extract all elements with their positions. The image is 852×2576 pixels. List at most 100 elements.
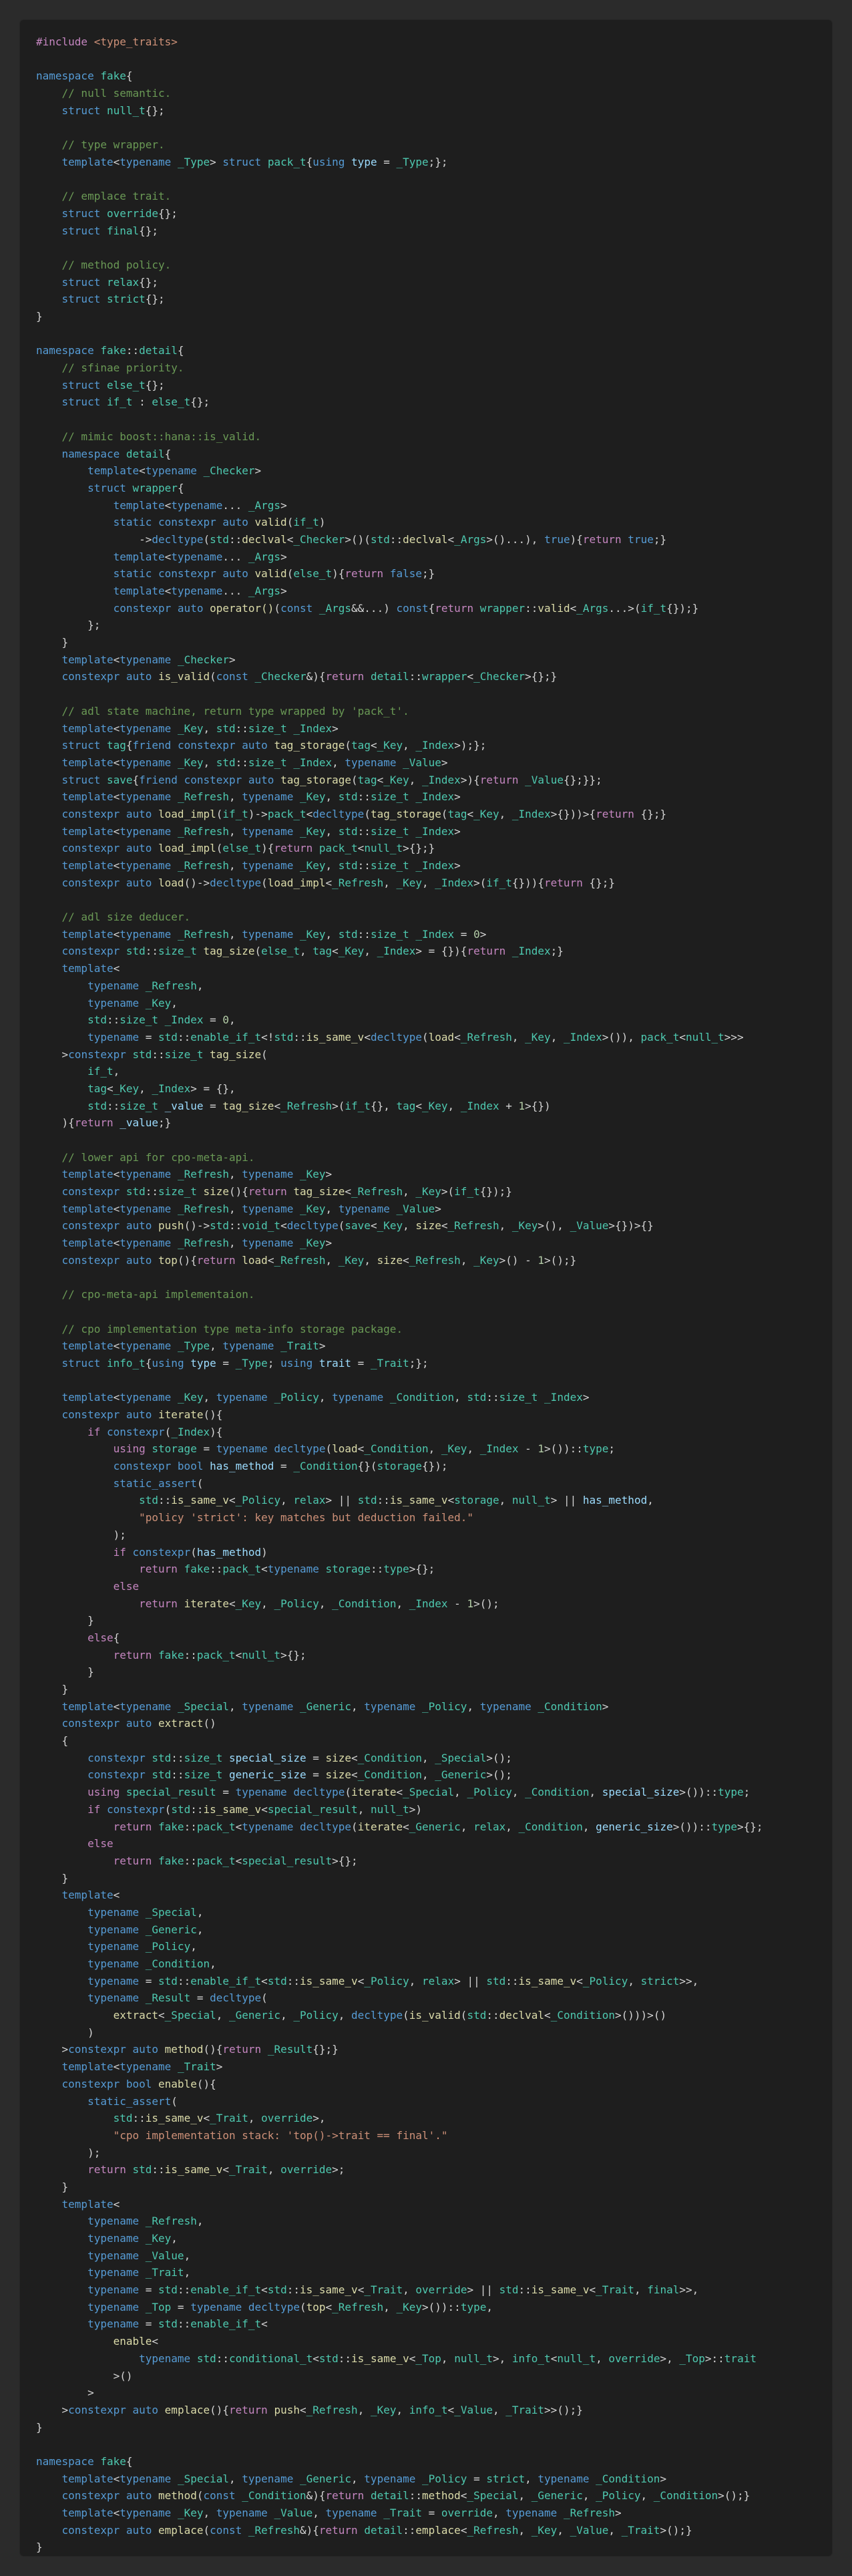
function-token: is_same_v <box>389 1494 448 1507</box>
type-token: std <box>126 945 146 958</box>
function-token: size <box>415 1219 441 1233</box>
plain-token: < <box>261 1974 268 1987</box>
plain-token: { <box>36 1734 69 1748</box>
plain-token: , <box>318 1597 333 1610</box>
code-line: "cpo implementation stack: 'top()->trait… <box>36 2127 821 2144</box>
code-line: using storage = typename decltype(load<_… <box>36 1440 821 1458</box>
function-token: emplace <box>158 2523 204 2537</box>
function-token: tag_size <box>222 1099 274 1112</box>
plain-token: :: <box>158 1494 172 1507</box>
plain-token: <! <box>261 1030 274 1043</box>
keyword-token: typename <box>120 927 178 941</box>
code-line: } <box>36 308 821 325</box>
type-token: _Policy <box>422 2472 467 2485</box>
comment-token: // null semantic. <box>61 87 172 100</box>
type-token: _Trait <box>364 2283 403 2297</box>
type-token: _Refresh <box>177 1168 229 1181</box>
plain-token: :: <box>145 945 159 958</box>
plain-token: < <box>403 1253 409 1267</box>
function-token: method <box>158 2489 197 2503</box>
keyword-token: typename <box>171 498 223 512</box>
plain-token: + <box>499 1099 519 1112</box>
keyword-token: template <box>61 1237 114 1250</box>
function-token: iterate <box>357 1820 403 1833</box>
plain-token: } <box>36 636 69 649</box>
plain-token: > <box>325 1237 333 1250</box>
keyword-token: typename <box>364 2472 422 2485</box>
plain-token: { <box>126 69 133 83</box>
plain-token: >; <box>332 2163 345 2177</box>
plain-token: } <box>36 1614 94 1627</box>
type-token: relax <box>106 275 140 289</box>
plain-token: } <box>36 2180 69 2193</box>
type-token: std <box>152 1768 172 1782</box>
plain-token: > <box>435 1202 441 1215</box>
type-token: fake <box>158 1648 184 1661</box>
keyword-token: typename <box>120 790 178 804</box>
plain-token: &){ <box>306 2489 326 2503</box>
code-line: ); <box>36 2144 821 2162</box>
plain-token: < <box>113 1339 120 1353</box>
code-line: template<typename _Refresh, typename _Ke… <box>36 788 821 806</box>
type-token: _Generic <box>435 1768 487 1782</box>
code-line: static constexpr auto valid(else_t){retu… <box>36 565 821 583</box>
type-token: _Value <box>525 773 564 786</box>
keyword-token: template <box>61 721 114 735</box>
keyword-token: constexpr auto <box>61 670 159 683</box>
type-token: std <box>216 756 236 769</box>
plain-token: > <box>454 790 461 804</box>
plain-token: , <box>422 1751 435 1764</box>
plain-token: < <box>113 653 120 666</box>
type-token: pack_t <box>196 1648 236 1661</box>
type-token: _Key <box>299 824 326 838</box>
plain-token: > <box>660 2472 667 2485</box>
code-line: constexpr auto iterate(){ <box>36 1406 821 1424</box>
type-token: std <box>158 1974 178 1987</box>
plain-token: ( <box>190 1545 197 1559</box>
type-token: tag <box>87 1082 107 1095</box>
keyword-token: decltype <box>312 807 365 820</box>
plain-token: > || <box>325 1494 358 1507</box>
type-token: _Type <box>235 1356 268 1370</box>
type-token: _Args <box>318 601 352 615</box>
code-editor[interactable]: #include <type_traits> namespace fake{ /… <box>20 20 832 2556</box>
plain-token: , <box>582 2489 596 2503</box>
plain-token: {});} <box>666 601 699 615</box>
keyword-token: constexpr auto <box>61 2489 159 2503</box>
type-token: std <box>338 927 358 941</box>
type-token: _Value <box>396 1202 435 1215</box>
variable-token: special_size <box>602 1786 680 1799</box>
plain-token: { <box>177 481 184 494</box>
keyword-token: constexpr auto <box>61 876 159 889</box>
number-token: 0 <box>473 927 480 941</box>
plain-token: < <box>370 739 377 752</box>
plain-token: , <box>608 2523 622 2537</box>
plain-token: , <box>351 1700 365 1713</box>
type-token: _Key <box>377 1219 403 1233</box>
type-token: _Key <box>396 876 422 889</box>
type-token: null_t <box>454 2352 493 2365</box>
type-token: _Trait <box>210 2112 248 2125</box>
plain-token: < <box>357 842 365 855</box>
type-token: wrapper <box>422 670 467 683</box>
function-token: is_same_v <box>518 1974 577 1987</box>
type-token: _Key <box>511 1219 538 1233</box>
code-line: struct info_t{using type = _Type; using … <box>36 1355 821 1372</box>
plain-token: >, <box>312 2112 326 2125</box>
code-line: typename = std::enable_if_t< <box>36 2315 821 2333</box>
type-token: _Index <box>293 756 333 769</box>
type-token: _Args <box>576 601 609 615</box>
plain-token: ( <box>345 739 352 752</box>
